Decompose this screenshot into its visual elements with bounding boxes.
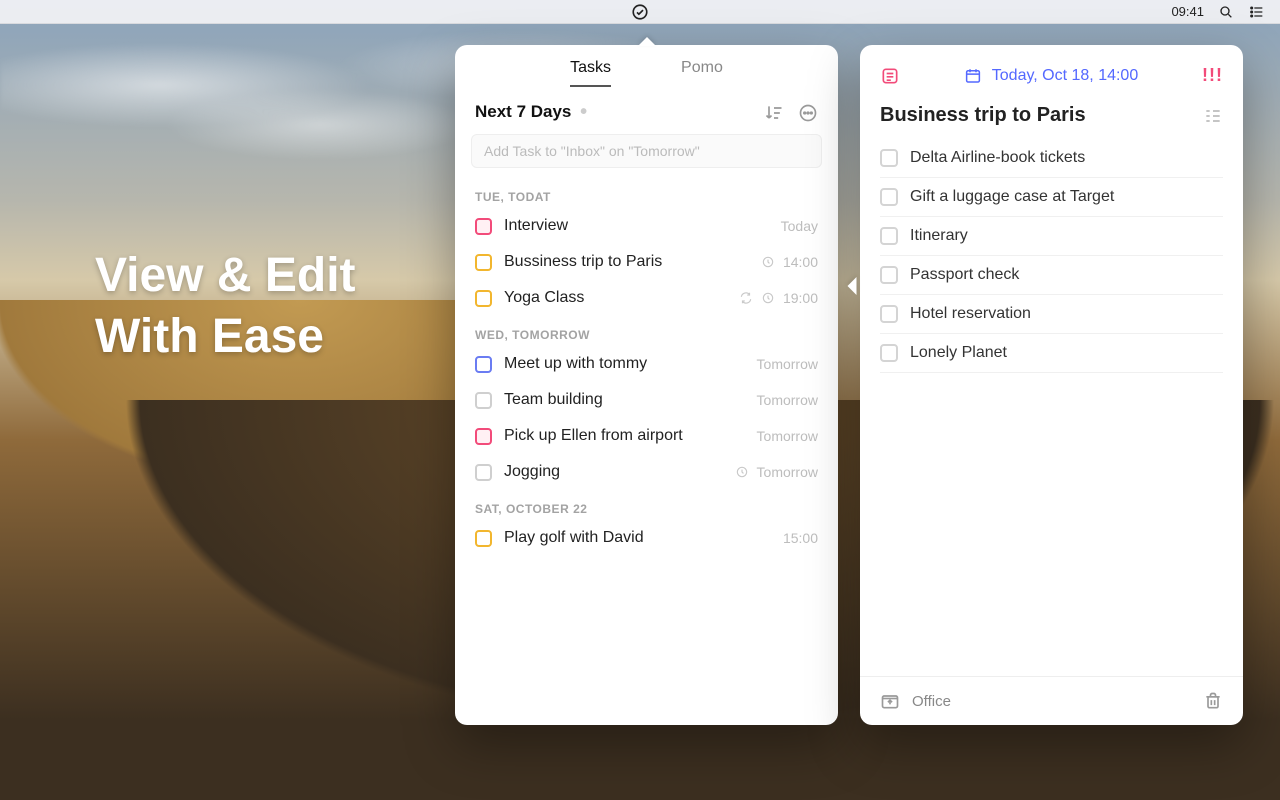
task-title: Pick up Ellen from airport xyxy=(504,427,683,445)
checklist-item[interactable]: Itinerary xyxy=(880,217,1223,256)
tasks-panel: Tasks Pomo Next 7 Days • xyxy=(455,45,838,725)
menubar: 09:41 xyxy=(0,0,1280,24)
task-right-label: 15:00 xyxy=(783,530,818,546)
task-title: Interview xyxy=(504,217,568,235)
clock-icon xyxy=(735,465,749,479)
task-right-label: Today xyxy=(781,218,818,234)
task-title: Yoga Class xyxy=(504,289,584,307)
checklist-item-label: Delta Airline-book tickets xyxy=(910,149,1085,167)
task-meta: Tomorrow xyxy=(757,428,818,444)
task-meta: Tomorrow xyxy=(757,392,818,408)
task-row[interactable]: Bussiness trip to Paris 14:00 xyxy=(455,244,838,280)
repeat-icon xyxy=(739,291,753,305)
task-meta: Today xyxy=(781,218,818,234)
task-section-label: SAT, OCTOBER 22 xyxy=(455,490,838,520)
task-meta: 15:00 xyxy=(783,530,818,546)
add-task-input[interactable]: Add Task to "Inbox" on "Tomorrow" xyxy=(471,134,822,168)
checklist-checkbox[interactable] xyxy=(880,266,898,284)
task-title: Jogging xyxy=(504,463,560,481)
task-title: Team building xyxy=(504,391,603,409)
tab-tasks[interactable]: Tasks xyxy=(570,59,611,87)
priority-indicator[interactable]: !!! xyxy=(1202,65,1223,86)
task-checkbox[interactable] xyxy=(475,392,492,409)
checklist-item-label: Itinerary xyxy=(910,227,968,245)
search-icon[interactable] xyxy=(1218,4,1234,20)
move-to-list-icon[interactable] xyxy=(880,691,900,711)
task-section-label: TUE, TODAT xyxy=(455,178,838,208)
task-row[interactable]: Meet up with tommy Tomorrow xyxy=(455,346,838,382)
due-date-button[interactable]: Today, Oct 18, 14:00 xyxy=(964,67,1138,85)
popover-arrow xyxy=(638,37,656,46)
checklist-item-label: Gift a luggage case at Target xyxy=(910,188,1114,206)
task-row[interactable]: Team building Tomorrow xyxy=(455,382,838,418)
checklist-item[interactable]: Gift a luggage case at Target xyxy=(880,178,1223,217)
task-checkbox[interactable] xyxy=(475,254,492,271)
list-title[interactable]: Next 7 Days • xyxy=(475,101,587,124)
task-title: Meet up with tommy xyxy=(504,355,647,373)
task-checkbox[interactable] xyxy=(475,290,492,307)
footer-list-name[interactable]: Office xyxy=(912,693,951,710)
task-right-label: Tomorrow xyxy=(757,428,818,444)
list-title-text: Next 7 Days xyxy=(475,102,571,121)
task-checkbox[interactable] xyxy=(475,218,492,235)
checklist-item-label: Passport check xyxy=(910,266,1019,284)
task-checkbox[interactable] xyxy=(475,530,492,547)
checklist-checkbox[interactable] xyxy=(880,305,898,323)
hero-text: View & Edit With Ease xyxy=(95,245,356,368)
checklist-checkbox[interactable] xyxy=(880,149,898,167)
task-title: Play golf with David xyxy=(504,529,644,547)
checklist-item-label: Lonely Planet xyxy=(910,344,1007,362)
checklist-item[interactable]: Delta Airline-book tickets xyxy=(880,139,1223,178)
clock-icon xyxy=(761,291,775,305)
task-meta: 14:00 xyxy=(761,254,818,270)
subtask-view-icon[interactable] xyxy=(1203,106,1223,126)
add-task-placeholder: Add Task to "Inbox" on "Tomorrow" xyxy=(484,143,700,159)
task-checkbox[interactable] xyxy=(475,464,492,481)
hero-line-1: View & Edit xyxy=(95,245,356,306)
task-checkbox[interactable] xyxy=(475,428,492,445)
task-row[interactable]: Play golf with David 15:00 xyxy=(455,520,838,556)
checklist-item[interactable]: Hotel reservation xyxy=(880,295,1223,334)
task-meta: Tomorrow xyxy=(735,464,818,480)
task-right-label: 19:00 xyxy=(783,290,818,306)
chevron-dot-icon: • xyxy=(580,101,587,123)
checklist-checkbox[interactable] xyxy=(880,227,898,245)
task-right-label: Tomorrow xyxy=(757,464,818,480)
task-detail-title[interactable]: Business trip to Paris xyxy=(880,104,1086,127)
task-meta: 19:00 xyxy=(739,290,818,306)
task-right-label: 14:00 xyxy=(783,254,818,270)
task-section-label: WED, TOMORROW xyxy=(455,316,838,346)
clock-icon xyxy=(761,255,775,269)
task-detail-panel: Today, Oct 18, 14:00 !!! Business trip t… xyxy=(860,45,1243,725)
checklist-checkbox[interactable] xyxy=(880,344,898,362)
more-icon[interactable] xyxy=(798,103,818,123)
task-row[interactable]: Pick up Ellen from airport Tomorrow xyxy=(455,418,838,454)
checklist-item-label: Hotel reservation xyxy=(910,305,1031,323)
detail-list-icon[interactable] xyxy=(880,66,900,86)
tab-pomo[interactable]: Pomo xyxy=(681,59,723,87)
checklist-item[interactable]: Lonely Planet xyxy=(880,334,1223,373)
panel-tabs: Tasks Pomo xyxy=(455,59,838,87)
trash-icon[interactable] xyxy=(1203,691,1223,711)
popover-arrow-left xyxy=(848,277,857,295)
hero-line-2: With Ease xyxy=(95,306,356,367)
checklist-checkbox[interactable] xyxy=(880,188,898,206)
task-row[interactable]: Jogging Tomorrow xyxy=(455,454,838,490)
task-right-label: Tomorrow xyxy=(757,392,818,408)
list-icon[interactable] xyxy=(1248,4,1266,20)
due-date-label: Today, Oct 18, 14:00 xyxy=(992,67,1138,85)
task-row[interactable]: Interview Today xyxy=(455,208,838,244)
task-right-label: Tomorrow xyxy=(757,356,818,372)
task-meta: Tomorrow xyxy=(757,356,818,372)
task-checkbox[interactable] xyxy=(475,356,492,373)
menubar-time: 09:41 xyxy=(1171,4,1204,19)
checklist-item[interactable]: Passport check xyxy=(880,256,1223,295)
app-menubar-icon[interactable] xyxy=(631,3,649,21)
sort-icon[interactable] xyxy=(764,103,784,123)
task-title: Bussiness trip to Paris xyxy=(504,253,662,271)
task-row[interactable]: Yoga Class 19:00 xyxy=(455,280,838,316)
calendar-icon xyxy=(964,67,982,85)
